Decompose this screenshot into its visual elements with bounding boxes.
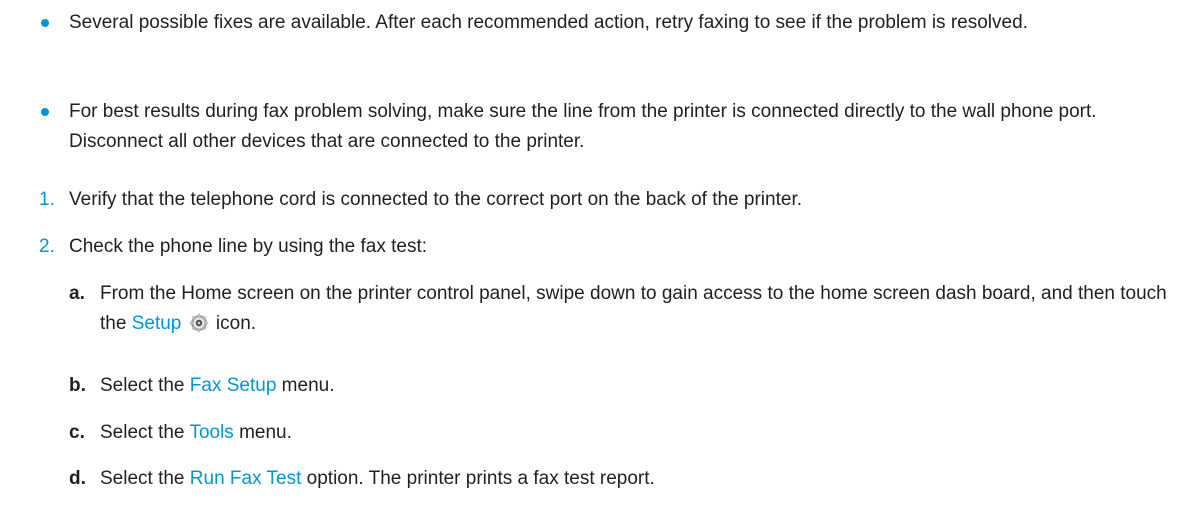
substep-text: From the Home screen on the printer cont… — [100, 279, 1175, 339]
step-text: Verify that the telephone cord is connec… — [69, 189, 803, 210]
substep-text-before: Select the — [100, 422, 190, 443]
bullet-dot — [41, 108, 49, 116]
substep-letter: c. — [69, 422, 85, 443]
substep-text-before: From the Home screen on the printer cont… — [100, 283, 1167, 334]
step-number: 2. — [39, 236, 55, 257]
substep-text: Select the Run Fax Test option. The prin… — [100, 464, 1175, 494]
substep-letter: b. — [69, 375, 86, 396]
substep-letter: a. — [69, 283, 85, 304]
step-text: Check the phone line by using the fax te… — [69, 236, 428, 257]
substep-text: Select the Fax Setup menu. — [100, 371, 1175, 401]
substep-text-after: menu. — [276, 375, 335, 396]
fax-setup-link[interactable]: Fax Setup — [190, 375, 277, 396]
bullet-dot — [41, 19, 49, 27]
substep-text-before: Select the — [100, 375, 190, 396]
substep-text-after: icon. — [210, 313, 257, 334]
run-fax-test-link[interactable]: Run Fax Test — [190, 468, 302, 489]
bullet-text: Several possible fixes are available. Af… — [69, 12, 1028, 33]
document-page: Several possible fixes are available. Af… — [0, 0, 1202, 529]
gear-icon — [189, 313, 209, 333]
substep-text-after: option. The printer prints a fax test re… — [301, 468, 655, 489]
tools-link[interactable]: Tools — [189, 422, 233, 443]
step-number: 1. — [39, 189, 55, 210]
substep-text-before: Select the — [100, 468, 190, 489]
substep-letter: d. — [69, 468, 86, 489]
bullet-text: For best results during fax problem solv… — [69, 101, 1097, 152]
substep-text: Select the Tools menu. — [100, 418, 1175, 448]
setup-link[interactable]: Setup — [132, 313, 182, 334]
substep-text-after: menu. — [233, 422, 292, 443]
